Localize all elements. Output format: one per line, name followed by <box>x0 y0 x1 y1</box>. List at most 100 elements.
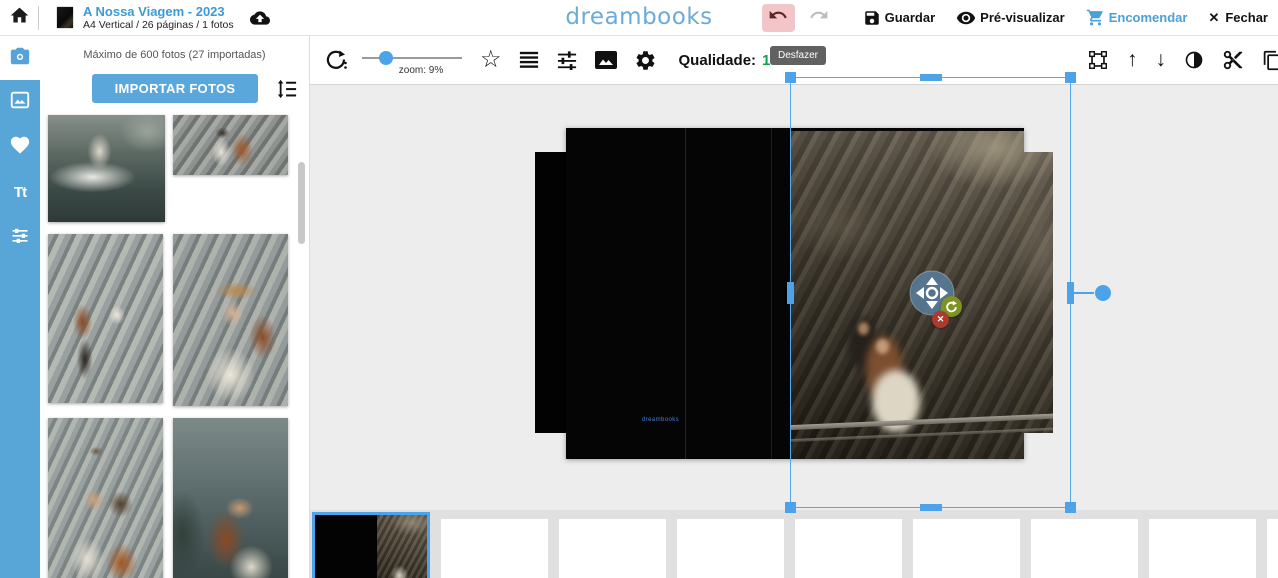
preview-button[interactable]: Pré-visualizar <box>956 8 1065 28</box>
heart-icon <box>9 134 31 161</box>
editor-canvas[interactable]: dreambooks <box>310 85 1278 510</box>
dreambooks-logo: dreambooks <box>565 3 712 29</box>
filmstrip <box>310 510 1278 578</box>
rotate-handle-knob[interactable] <box>1095 285 1111 301</box>
close-button[interactable]: ✕ Fechar <box>1208 10 1268 26</box>
cloud-sync-icon <box>248 8 272 28</box>
quality-label: Qualidade: <box>679 52 757 69</box>
lines-icon <box>518 50 540 70</box>
order-button[interactable]: Encomendar <box>1086 8 1188 27</box>
copy-icon <box>1262 50 1278 71</box>
camera-icon <box>9 45 31 72</box>
rail-item-favorites[interactable] <box>0 125 40 170</box>
canvas-toolbar: zoom: 9% ☆ <box>310 36 1278 85</box>
zoom-slider[interactable]: zoom: 9% <box>362 45 462 75</box>
project-subtitle: A4 Vertical / 26 páginas / 1 fotos <box>83 19 234 31</box>
page-thumbnail-9[interactable] <box>1267 519 1278 578</box>
resize-handle-bottom[interactable] <box>920 504 942 511</box>
cut-button[interactable] <box>1222 49 1244 71</box>
save-icon <box>863 9 881 27</box>
photo-thumbnail-boat[interactable] <box>48 115 165 222</box>
save-label: Guardar <box>885 10 936 25</box>
arrow-down-icon: ↓ <box>1156 50 1167 70</box>
project-title: A Nossa Viagem - 2023 <box>83 4 234 19</box>
page-thumbnail-3[interactable] <box>559 519 666 578</box>
tool-rail: Tt <box>0 36 40 578</box>
project-info: A Nossa Viagem - 2023 A4 Vertical / 26 p… <box>83 4 234 31</box>
sort-order-button[interactable] <box>276 79 298 99</box>
settings-button[interactable] <box>634 49 657 72</box>
preview-label: Pré-visualizar <box>980 10 1065 25</box>
home-icon <box>9 5 30 31</box>
photo-counter: Máximo de 600 fotos (27 importadas) <box>40 49 309 61</box>
image-icon <box>594 50 618 70</box>
home-button[interactable] <box>0 0 38 35</box>
transform-button[interactable] <box>1087 49 1109 71</box>
photo-thumbnail-couple[interactable] <box>173 115 288 175</box>
redo-button[interactable] <box>804 4 834 32</box>
close-label: Fechar <box>1225 10 1268 25</box>
zoom-slider-track[interactable] <box>362 57 462 59</box>
import-photos-button[interactable]: IMPORTAR FOTOS <box>92 74 258 103</box>
picture-icon <box>9 89 31 116</box>
mixer-icon <box>556 50 578 70</box>
project-thumbnail <box>57 7 73 28</box>
layouts-button[interactable] <box>518 50 540 70</box>
resize-handle-right[interactable] <box>1067 282 1074 304</box>
page-thumbnail-1[interactable] <box>312 512 430 578</box>
page-thumbnail-7[interactable] <box>1031 519 1138 578</box>
close-icon: ✕ <box>1208 10 1219 26</box>
bring-forward-button[interactable]: ↑ <box>1127 50 1138 70</box>
zoom-slider-thumb[interactable] <box>379 51 393 65</box>
rail-item-text[interactable]: Tt <box>0 170 40 215</box>
favorite-layout-button[interactable]: ☆ <box>480 50 502 70</box>
gear-icon <box>634 49 657 72</box>
page-thumbnail-8[interactable] <box>1149 519 1256 578</box>
redo-icon <box>809 5 829 30</box>
rail-item-adjustments[interactable] <box>0 215 40 260</box>
page-guide-line <box>685 128 686 459</box>
spine-guide-line <box>771 128 772 459</box>
order-label: Encomendar <box>1109 10 1188 25</box>
layout-options-button[interactable] <box>556 50 578 70</box>
sort-icon <box>276 79 298 99</box>
page-brand-text: dreambooks <box>618 417 703 423</box>
rail-item-camera[interactable] <box>0 36 40 80</box>
send-backward-button[interactable]: ↓ <box>1156 50 1167 70</box>
eye-icon <box>956 8 976 28</box>
copy-button[interactable] <box>1262 50 1278 71</box>
page-thumbnail-2[interactable] <box>441 519 548 578</box>
rotate-handle-line <box>1073 292 1094 294</box>
divider <box>38 6 39 30</box>
page-thumbnail-4[interactable] <box>677 519 784 578</box>
star-icon: ☆ <box>480 50 502 70</box>
scissors-icon <box>1222 49 1244 71</box>
undo-tooltip: Desfazer <box>770 46 826 65</box>
cart-icon <box>1086 8 1105 27</box>
rotate-arrow-icon <box>944 299 959 314</box>
photo-thumbnail-woman-hat[interactable] <box>173 234 288 406</box>
photo-thumbnail-woman-lake[interactable] <box>173 418 288 578</box>
rotate-page-button[interactable] <box>324 48 348 72</box>
undo-icon <box>768 5 788 30</box>
rotate-icon <box>324 48 348 72</box>
page-thumbnail-5[interactable] <box>795 519 902 578</box>
thumb-photo <box>377 515 427 578</box>
arrow-up-icon: ↑ <box>1127 50 1138 70</box>
remove-photo-control[interactable]: ✕ <box>932 311 949 328</box>
transform-icon <box>1087 49 1109 71</box>
backgrounds-button[interactable] <box>594 50 618 70</box>
undo-button[interactable] <box>762 4 795 32</box>
page-thumbnail-6[interactable] <box>913 519 1020 578</box>
text-tool-icon: Tt <box>14 184 26 201</box>
contrast-button[interactable] <box>1184 50 1204 70</box>
panel-scrollbar[interactable] <box>298 162 305 244</box>
photo-thumbnail-selfie[interactable] <box>48 418 163 578</box>
save-button[interactable]: Guardar <box>863 9 936 27</box>
photos-panel: Máximo de 600 fotos (27 importadas) IMPO… <box>40 36 310 578</box>
zoom-level-label: zoom: 9% <box>362 65 480 76</box>
thumb-black-page <box>315 515 377 578</box>
rail-item-photos[interactable] <box>0 80 40 125</box>
sliders-icon <box>10 225 30 250</box>
photo-thumbnail-man-rock[interactable] <box>48 234 163 403</box>
